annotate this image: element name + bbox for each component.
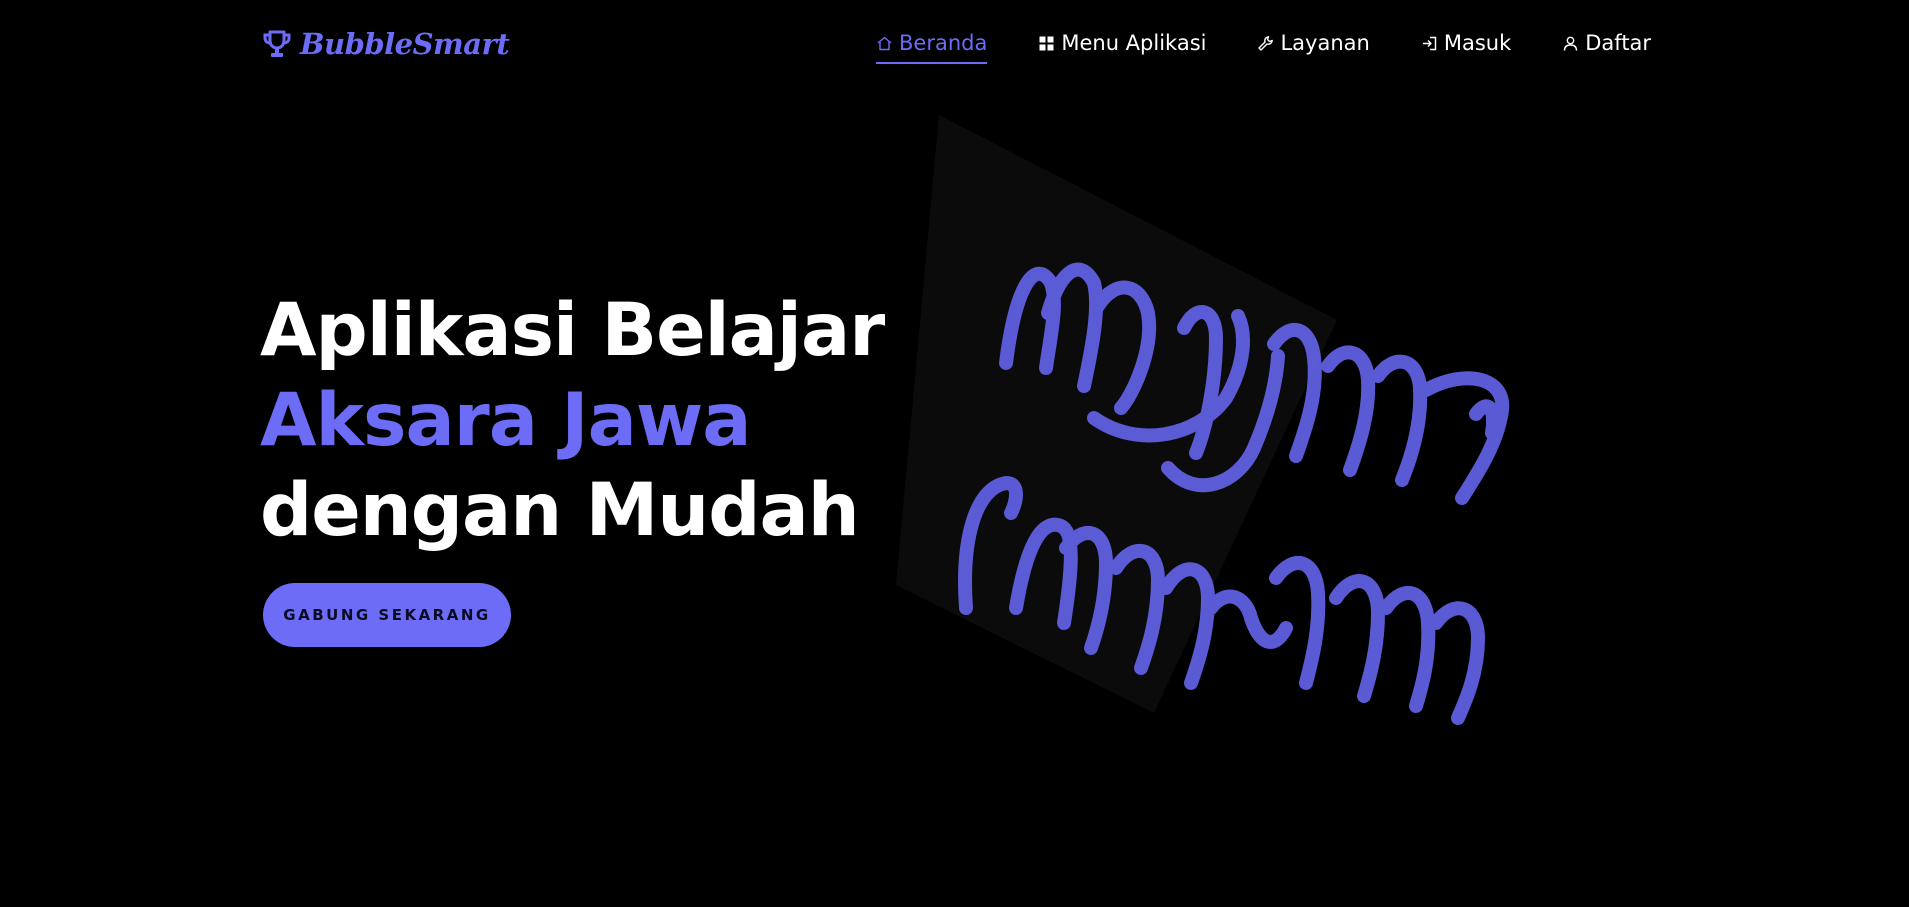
nav-label-beranda: Beranda — [899, 31, 988, 55]
hero-line-3: dengan Mudah — [260, 468, 860, 553]
nav-item-daftar[interactable]: Daftar — [1562, 31, 1651, 64]
brand-logo[interactable]: BubbleSmart — [263, 27, 510, 61]
wrench-icon — [1258, 35, 1274, 51]
aksara-jawa-illustration — [866, 108, 1666, 728]
trophy-icon — [263, 30, 291, 57]
nav-label-menu-aplikasi: Menu Aplikasi — [1061, 31, 1207, 55]
hero-heading: Aplikasi Belajar Aksara Jawa dengan Muda… — [260, 286, 885, 556]
user-icon — [1564, 36, 1578, 51]
nav-label-masuk: Masuk — [1443, 31, 1512, 55]
aksara-jawa-artwork — [896, 115, 1510, 725]
nav-item-layanan[interactable]: Layanan — [1257, 31, 1370, 64]
nav-label-daftar: Daftar — [1585, 31, 1652, 55]
join-now-button[interactable]: GABUNG SEKARANG — [263, 583, 511, 647]
hero-section: Aplikasi Belajar Aksara Jawa dengan Muda… — [260, 286, 885, 556]
nav-label-layanan: Layanan — [1280, 31, 1370, 55]
nav-item-beranda[interactable]: Beranda — [876, 31, 988, 64]
hero-line-1: Aplikasi Belajar — [260, 288, 885, 373]
home-icon — [877, 36, 892, 50]
nav-item-masuk[interactable]: Masuk — [1421, 31, 1511, 64]
login-icon — [1422, 36, 1437, 50]
navbar: BubbleSmart Beranda Menu Aplikasi Layana… — [0, 0, 1909, 92]
nav-item-menu-aplikasi[interactable]: Menu Aplikasi — [1038, 31, 1206, 64]
brand-name: BubbleSmart — [300, 27, 510, 61]
hero-line-2: Aksara Jawa — [260, 378, 752, 463]
grid-icon — [1039, 36, 1054, 50]
main-nav: Beranda Menu Aplikasi Layanan Masuk Daft… — [876, 31, 1651, 64]
